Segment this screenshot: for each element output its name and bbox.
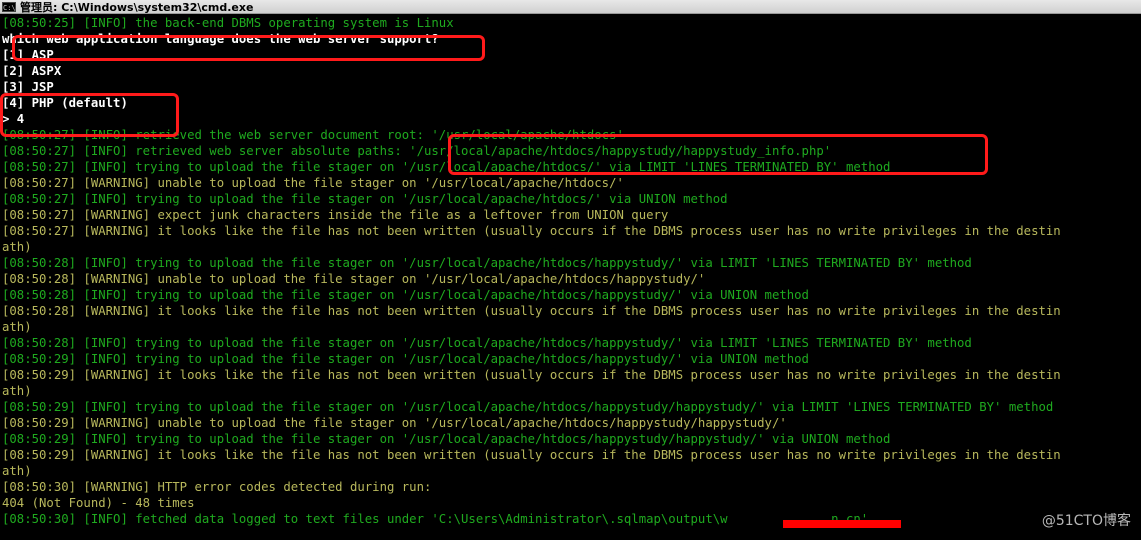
console-line: [08:50:27] [INFO] trying to upload the f… xyxy=(2,160,891,174)
console-line: [08:50:29] [INFO] trying to upload the f… xyxy=(2,352,809,366)
console-line: [08:50:29] [WARNING] it looks like the f… xyxy=(2,448,1061,462)
console-line: [1] ASP xyxy=(2,48,54,62)
console-line: [08:50:29] [WARNING] unable to upload th… xyxy=(2,416,787,430)
console-line: [08:50:27] [WARNING] expect junk charact… xyxy=(2,208,669,222)
console-line: ath) xyxy=(2,240,32,254)
console-line: [08:50:27] [WARNING] unable to upload th… xyxy=(2,176,624,190)
console-line: [08:50:28] [INFO] trying to upload the f… xyxy=(2,256,972,270)
console-line: [08:50:27] [INFO] trying to upload the f… xyxy=(2,192,728,206)
console-line: ath) xyxy=(2,464,32,478)
redaction-bar xyxy=(783,520,901,528)
console-line: > 4 xyxy=(2,112,25,126)
console-line: [08:50:28] [INFO] trying to upload the f… xyxy=(2,288,809,302)
window-title: 管理员: C:\Windows\system32\cmd.exe xyxy=(20,0,254,14)
console-line: [08:50:27] [WARNING] it looks like the f… xyxy=(2,224,1061,238)
console-line: [08:50:29] [WARNING] it looks like the f… xyxy=(2,368,1061,382)
console-line: [08:50:27] [INFO] retrieved the web serv… xyxy=(2,128,624,142)
console-line: [08:50:30] [WARNING] HTTP error codes de… xyxy=(2,480,432,494)
console-line: [3] JSP xyxy=(2,80,54,94)
console-line: 404 (Not Found) - 48 times xyxy=(2,496,195,510)
console-line: [08:50:28] [WARNING] unable to upload th… xyxy=(2,272,706,286)
console-line: [08:50:28] [WARNING] it looks like the f… xyxy=(2,304,1061,318)
console-line: [08:50:29] [INFO] trying to upload the f… xyxy=(2,400,1054,414)
watermark: @51CTO博客 xyxy=(1041,513,1131,529)
console-line: [08:50:30] [INFO] fetched data logged to… xyxy=(2,512,869,526)
console-line: which web application language does the … xyxy=(2,32,439,46)
console-line: [08:50:25] [INFO] the back-end DBMS oper… xyxy=(2,16,454,30)
console-line: [08:50:29] [INFO] trying to upload the f… xyxy=(2,432,891,446)
console-line: [08:50:28] [INFO] trying to upload the f… xyxy=(2,336,972,350)
console-line: ath) xyxy=(2,320,32,334)
console-line: [2] ASPX xyxy=(2,64,62,78)
cmd-icon: C:\ xyxy=(2,1,16,12)
window-titlebar[interactable]: C:\ 管理员: C:\Windows\system32\cmd.exe xyxy=(0,0,1141,14)
console-output[interactable]: [08:50:25] [INFO] the back-end DBMS oper… xyxy=(0,15,1141,540)
console-line: [4] PHP (default) xyxy=(2,96,128,110)
console-line: [08:50:27] [INFO] retrieved web server a… xyxy=(2,144,832,158)
console-line: ath) xyxy=(2,384,32,398)
